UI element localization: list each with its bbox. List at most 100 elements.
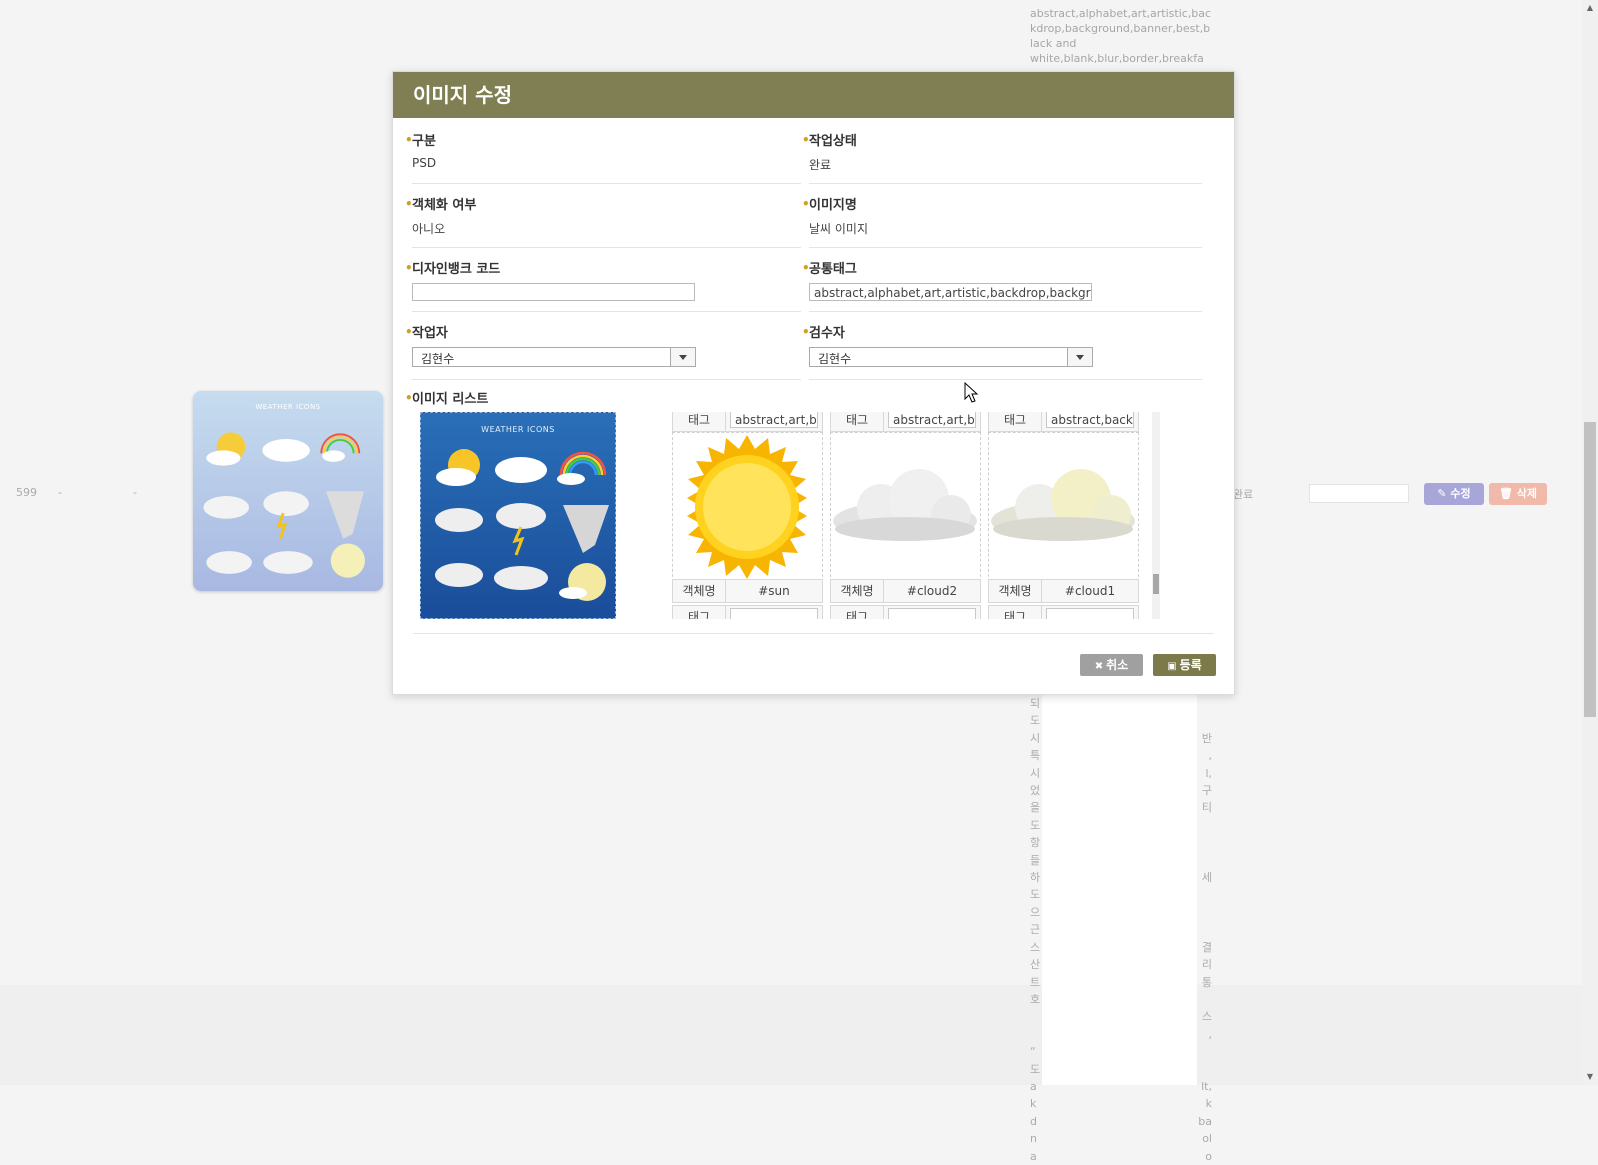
weather-thumbnail[interactable]: WEATHER ICONS bbox=[193, 391, 383, 591]
image-list-scroll-thumb[interactable] bbox=[1153, 574, 1159, 594]
cancel-button[interactable]: ✖ 취소 bbox=[1080, 654, 1143, 676]
cloud-icon bbox=[833, 469, 977, 541]
object-name-key: 객체명 bbox=[831, 580, 884, 602]
cancel-label: 취소 bbox=[1106, 658, 1129, 672]
column-char: 항 bbox=[1030, 836, 1041, 850]
divider bbox=[809, 247, 1202, 248]
modal-title: 이미지 수정 bbox=[393, 72, 1234, 118]
common-tags-input[interactable]: abstract,alphabet,art,artistic,backdrop,… bbox=[809, 283, 1092, 301]
next-input[interactable] bbox=[730, 608, 818, 619]
save-button[interactable]: ▣ 등록 bbox=[1153, 654, 1216, 676]
column-char: o bbox=[1205, 1149, 1212, 1163]
column-char bbox=[1196, 695, 1212, 712]
column-char: 근 bbox=[1030, 923, 1041, 937]
objectified-value: 아니오 bbox=[412, 222, 446, 236]
field-worker: 작업자 김현수 bbox=[405, 322, 801, 380]
next-row: 태그 bbox=[672, 605, 823, 619]
image-list-scrollbar[interactable] bbox=[1152, 412, 1160, 619]
close-icon: ✖ bbox=[1094, 661, 1104, 672]
column-char bbox=[1196, 886, 1212, 903]
field-image-name: 이미지명 날씨 이미지 bbox=[802, 194, 1202, 248]
field-category: 구분 PSD bbox=[405, 130, 801, 184]
column-char: 었 bbox=[1030, 784, 1041, 798]
object-card-cloud2: 태그 abstract,art,ba 객체명 #cloud2 태그 bbox=[830, 412, 981, 619]
worker-selected-value: 김현수 bbox=[421, 352, 455, 366]
sun-image[interactable] bbox=[672, 432, 823, 582]
row-dash: - bbox=[133, 486, 137, 499]
object-name-value: #sun bbox=[758, 584, 790, 598]
column-char: 도 bbox=[1030, 888, 1041, 902]
divider bbox=[809, 311, 1202, 312]
category-value: PSD bbox=[412, 156, 437, 170]
reviewer-select[interactable]: 김현수 bbox=[809, 347, 1093, 367]
cloud1-image[interactable] bbox=[988, 432, 1139, 582]
field-designbank-code: 디자인뱅크 코드 bbox=[405, 258, 801, 312]
column-char: 세 bbox=[1201, 871, 1212, 885]
column-right-text: 반, l, 구 티 세 결리통 스, lt, k ba ol o bbox=[1196, 695, 1212, 1165]
designbank-code-input[interactable] bbox=[412, 283, 695, 301]
column-char: 결 bbox=[1201, 940, 1212, 954]
column-char bbox=[1196, 1061, 1212, 1078]
divider bbox=[412, 183, 801, 184]
scroll-down-icon[interactable]: ▼ bbox=[1582, 1069, 1598, 1085]
edit-button[interactable]: ✎ 수정 bbox=[1424, 483, 1484, 505]
next-row: 태그 bbox=[988, 605, 1139, 619]
delete-button[interactable]: 🗑 삭제 bbox=[1489, 483, 1547, 505]
chevron-down-icon[interactable] bbox=[1067, 348, 1092, 366]
tag-input[interactable]: abstract,backg bbox=[1046, 412, 1134, 428]
worker-select[interactable]: 김현수 bbox=[412, 347, 696, 367]
page-scrollbar[interactable]: ▲ ▼ bbox=[1582, 0, 1598, 1085]
next-input[interactable] bbox=[1046, 608, 1134, 619]
column-char: k bbox=[1030, 1097, 1037, 1111]
image-name-value: 날씨 이미지 bbox=[809, 222, 869, 236]
divider bbox=[809, 379, 1202, 380]
tag-key: 태그 bbox=[673, 412, 726, 431]
main-weather-image[interactable]: WEATHER ICONS bbox=[420, 412, 616, 619]
column-char bbox=[1196, 712, 1212, 729]
object-name-row: 객체명 #cloud2 bbox=[830, 579, 981, 603]
scroll-up-icon[interactable]: ▲ bbox=[1582, 0, 1598, 16]
cloud2-image[interactable] bbox=[830, 432, 981, 582]
trash-icon: 🗑 bbox=[1498, 487, 1517, 500]
scrollbar-thumb[interactable] bbox=[1584, 422, 1596, 717]
column-char: 도 bbox=[1030, 714, 1041, 728]
column-char: n bbox=[1030, 1132, 1037, 1146]
column-char: 통 bbox=[1201, 975, 1212, 989]
divider bbox=[412, 379, 801, 380]
object-name-value: #cloud1 bbox=[1064, 584, 1116, 598]
floppy-disk-icon: ▣ bbox=[1167, 661, 1177, 672]
edit-icon: ✎ bbox=[1437, 487, 1451, 500]
field-objectified: 객체화 여부 아니오 bbox=[405, 194, 801, 248]
modal-footer-divider bbox=[413, 633, 1214, 634]
column-white-area bbox=[1042, 695, 1197, 1085]
category-label: 구분 bbox=[405, 130, 801, 152]
next-input[interactable] bbox=[888, 608, 976, 619]
reviewer-label: 검수자 bbox=[802, 322, 1202, 344]
column-char: a bbox=[1030, 1149, 1037, 1163]
row-input[interactable] bbox=[1309, 484, 1409, 503]
weather-icons-image-art bbox=[435, 449, 609, 601]
column-char: 호 bbox=[1030, 992, 1041, 1006]
column-char: 리 bbox=[1201, 958, 1212, 972]
tag-row: 태그 abstract,art,ba bbox=[672, 412, 823, 432]
column-char: 으 bbox=[1030, 905, 1041, 919]
work-status-label: 작업상태 bbox=[802, 130, 1202, 152]
work-status-value: 완료 bbox=[809, 158, 832, 172]
field-work-status: 작업상태 완료 bbox=[802, 130, 1202, 184]
reviewer-selected-value: 김현수 bbox=[818, 352, 852, 366]
object-name-row: 객체명 #cloud1 bbox=[988, 579, 1139, 603]
object-card-sun: 태그 abstract,art,ba 객체명 #sun 태그 bbox=[672, 412, 823, 619]
column-char bbox=[1196, 904, 1212, 921]
chevron-down-icon[interactable] bbox=[670, 348, 695, 366]
tag-input[interactable]: abstract,art,ba bbox=[730, 412, 818, 428]
column-char bbox=[1030, 1026, 1042, 1043]
objectified-label: 객체화 여부 bbox=[405, 194, 801, 216]
column-char: 도 bbox=[1030, 818, 1041, 832]
save-label: 등록 bbox=[1179, 658, 1202, 672]
column-char: 스 bbox=[1201, 1010, 1212, 1024]
tag-input[interactable]: abstract,art,ba bbox=[888, 412, 976, 428]
object-name-key: 객체명 bbox=[989, 580, 1042, 602]
column-char: 특 bbox=[1030, 749, 1041, 763]
column-char: 티 bbox=[1201, 801, 1212, 815]
column-char bbox=[1196, 921, 1212, 938]
